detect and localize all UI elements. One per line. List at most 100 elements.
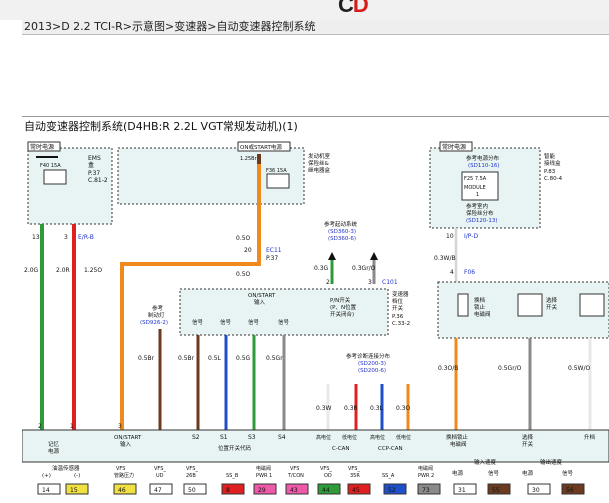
pin-3: 3 [64, 234, 68, 241]
top-banner: CD [0, 0, 609, 20]
breadcrumb-item-schematic[interactable]: 示意图 [132, 20, 165, 33]
fuse-f40: F40 15A [40, 163, 61, 169]
hot-power-right: 常时电源 [442, 143, 466, 151]
bottom-pin-30: 30 [532, 487, 540, 494]
on-start-label: ON或START电源 [240, 143, 282, 151]
hot-power-label: 常时电源 [30, 143, 54, 151]
conn-ec11: EC11 [266, 247, 282, 254]
wire-label-0.3o: 0.3O [396, 405, 411, 412]
select-sw-2: 开关 [546, 303, 558, 311]
tcm-pin-2: 2 [38, 423, 42, 430]
can-hi-2: 高电位 [370, 434, 385, 441]
smart-ref-2: C.80-4 [544, 176, 563, 182]
input-power: 电源 [452, 469, 464, 477]
pin-13: 13 [32, 234, 40, 241]
wire-label-2.0r: 2.0R [56, 267, 70, 274]
fuse-f25: F25 7.5A [464, 176, 487, 182]
wiring-diagram: 常时电源 F40 15A EMS 盒 P.37 C.81-2 13 3 E/R-… [22, 141, 609, 495]
bottom-pin-43: 43 [290, 487, 298, 494]
breadcrumb-item-model[interactable]: D 2.2 TCI-R [61, 20, 123, 33]
ref-brake-3: (SD926-2) [140, 320, 168, 326]
can-hi-1: 高电位 [316, 434, 331, 441]
pwr1-1: 电磁阀 [256, 465, 271, 472]
breadcrumb-item-transmission[interactable]: 变速器 [174, 20, 207, 33]
breadcrumb-item-year[interactable]: 2013 [24, 20, 52, 33]
wire-label-0.3l: 0.3L [370, 405, 384, 412]
oil-temp-minus: (-) [74, 473, 80, 479]
signal-label-1: 信号 [192, 318, 204, 326]
bottom-pin-31: 31 [458, 487, 466, 494]
conn-f06: F06 [464, 269, 475, 276]
select-switch-icon [517, 293, 543, 317]
bottom-connector-row: 14 15 46 47 50 8 29 43 44 45 52 73 31 55… [37, 483, 585, 495]
signal-label-4: 信号 [278, 318, 290, 326]
on-start-input-1: ON/START [114, 435, 142, 441]
tr-ref-2: C.33-2 [392, 321, 410, 327]
wire-label-1.25o: 1.25O [84, 267, 102, 274]
pn-switch-1: P/N开关 [330, 296, 351, 304]
wire-label-0.5o: 0.5O [236, 235, 251, 242]
ref-start-3: (SD360-6) [328, 236, 356, 242]
ems-ref-2: C.81-2 [88, 177, 108, 184]
bottom-pin-73: 73 [422, 487, 430, 494]
vfs-26b-2: 26B [186, 473, 196, 479]
eng-relay-1: 发动机室 [308, 152, 331, 160]
output-power: 电源 [522, 469, 534, 477]
arrow-up [370, 252, 378, 260]
wire-label-0.3wb: 0.3W/B [434, 255, 456, 262]
wire-label-0.3gro: 0.3Gr/O [352, 265, 376, 272]
wire-label-0.5br: 0.5Br [138, 355, 155, 362]
ref-power-1: 参考电源分布 [466, 154, 500, 162]
bottom-pin-44: 44 [322, 487, 330, 494]
smart-box-2: 接线盒 [544, 159, 561, 167]
wire-pin-2: 2 [326, 279, 330, 286]
signal-label-2: 信号 [220, 318, 232, 326]
wire-label-0.3w: 0.3W [316, 405, 332, 412]
inhibitor-2: 输入 [254, 298, 266, 306]
ref-start-2: (SD360-3) [328, 229, 356, 235]
input-signal: 信号 [488, 469, 500, 477]
ems-label-2: 盒 [88, 161, 94, 169]
tr-switch-2: 档位 [392, 297, 404, 305]
vfs-35r-1: VFS_ [348, 466, 360, 472]
breadcrumb-separator: > [52, 20, 62, 33]
wire-label-0.5wo: 0.5W/O [568, 365, 590, 372]
ss-a: SS_A [382, 473, 395, 479]
wire-label-0.3g: 0.3G [314, 265, 329, 272]
oil-temp-plus: (+) [42, 473, 51, 479]
tcm-select-sw-1: 选择 [522, 433, 534, 441]
lock-sol-3: 电磁阀 [474, 310, 491, 318]
s3-label: S3 [248, 434, 256, 441]
input-speed: 输入速度 [474, 458, 497, 466]
bottom-pin-56: 56 [566, 487, 574, 494]
ref-diag-2: (SD200-3) [358, 361, 386, 367]
breadcrumb-separator: > [165, 20, 175, 33]
select-sw-1: 选择 [546, 296, 558, 304]
vfs-tcon-2: T/CON [287, 473, 304, 479]
pwr2-1: 电磁阀 [418, 465, 433, 472]
wire-pin-10: 10 [446, 233, 454, 240]
arrow-up [328, 252, 336, 260]
tr-switch-box [179, 288, 389, 336]
tr-switch-1: 变速器 [392, 290, 409, 298]
upshift-switch-icon [579, 293, 605, 317]
module-label: MODULE [464, 185, 486, 191]
vfs-26b-1: VFS_ [186, 466, 198, 472]
bottom-pin-15: 15 [70, 487, 78, 494]
c-can: C-CAN [332, 446, 350, 452]
ref-brake-2: 制动灯 [148, 311, 165, 319]
pwr1-2: PWR 1 [256, 473, 272, 479]
wire-pin-20: 20 [244, 247, 252, 254]
relay-rating: 1.25Br [240, 156, 258, 162]
ss-b: SS_B [226, 473, 239, 479]
tcm-lock-sol-1: 换档锁止 [446, 433, 469, 441]
ems-label-1: EMS [88, 155, 101, 162]
eng-relay-3: 继电器盒 [308, 166, 331, 174]
lock-sol-1: 换档 [474, 296, 486, 304]
vfs-ud-2: UD [156, 473, 164, 479]
breadcrumb-item-current: 自动变速器控制系统 [216, 20, 316, 33]
pn-switch-2: (P、N位置 [330, 303, 357, 311]
s4-label: S4 [278, 434, 286, 441]
bottom-pin-14: 14 [42, 487, 50, 494]
wire-label-0.5g: 0.5G [236, 355, 251, 362]
